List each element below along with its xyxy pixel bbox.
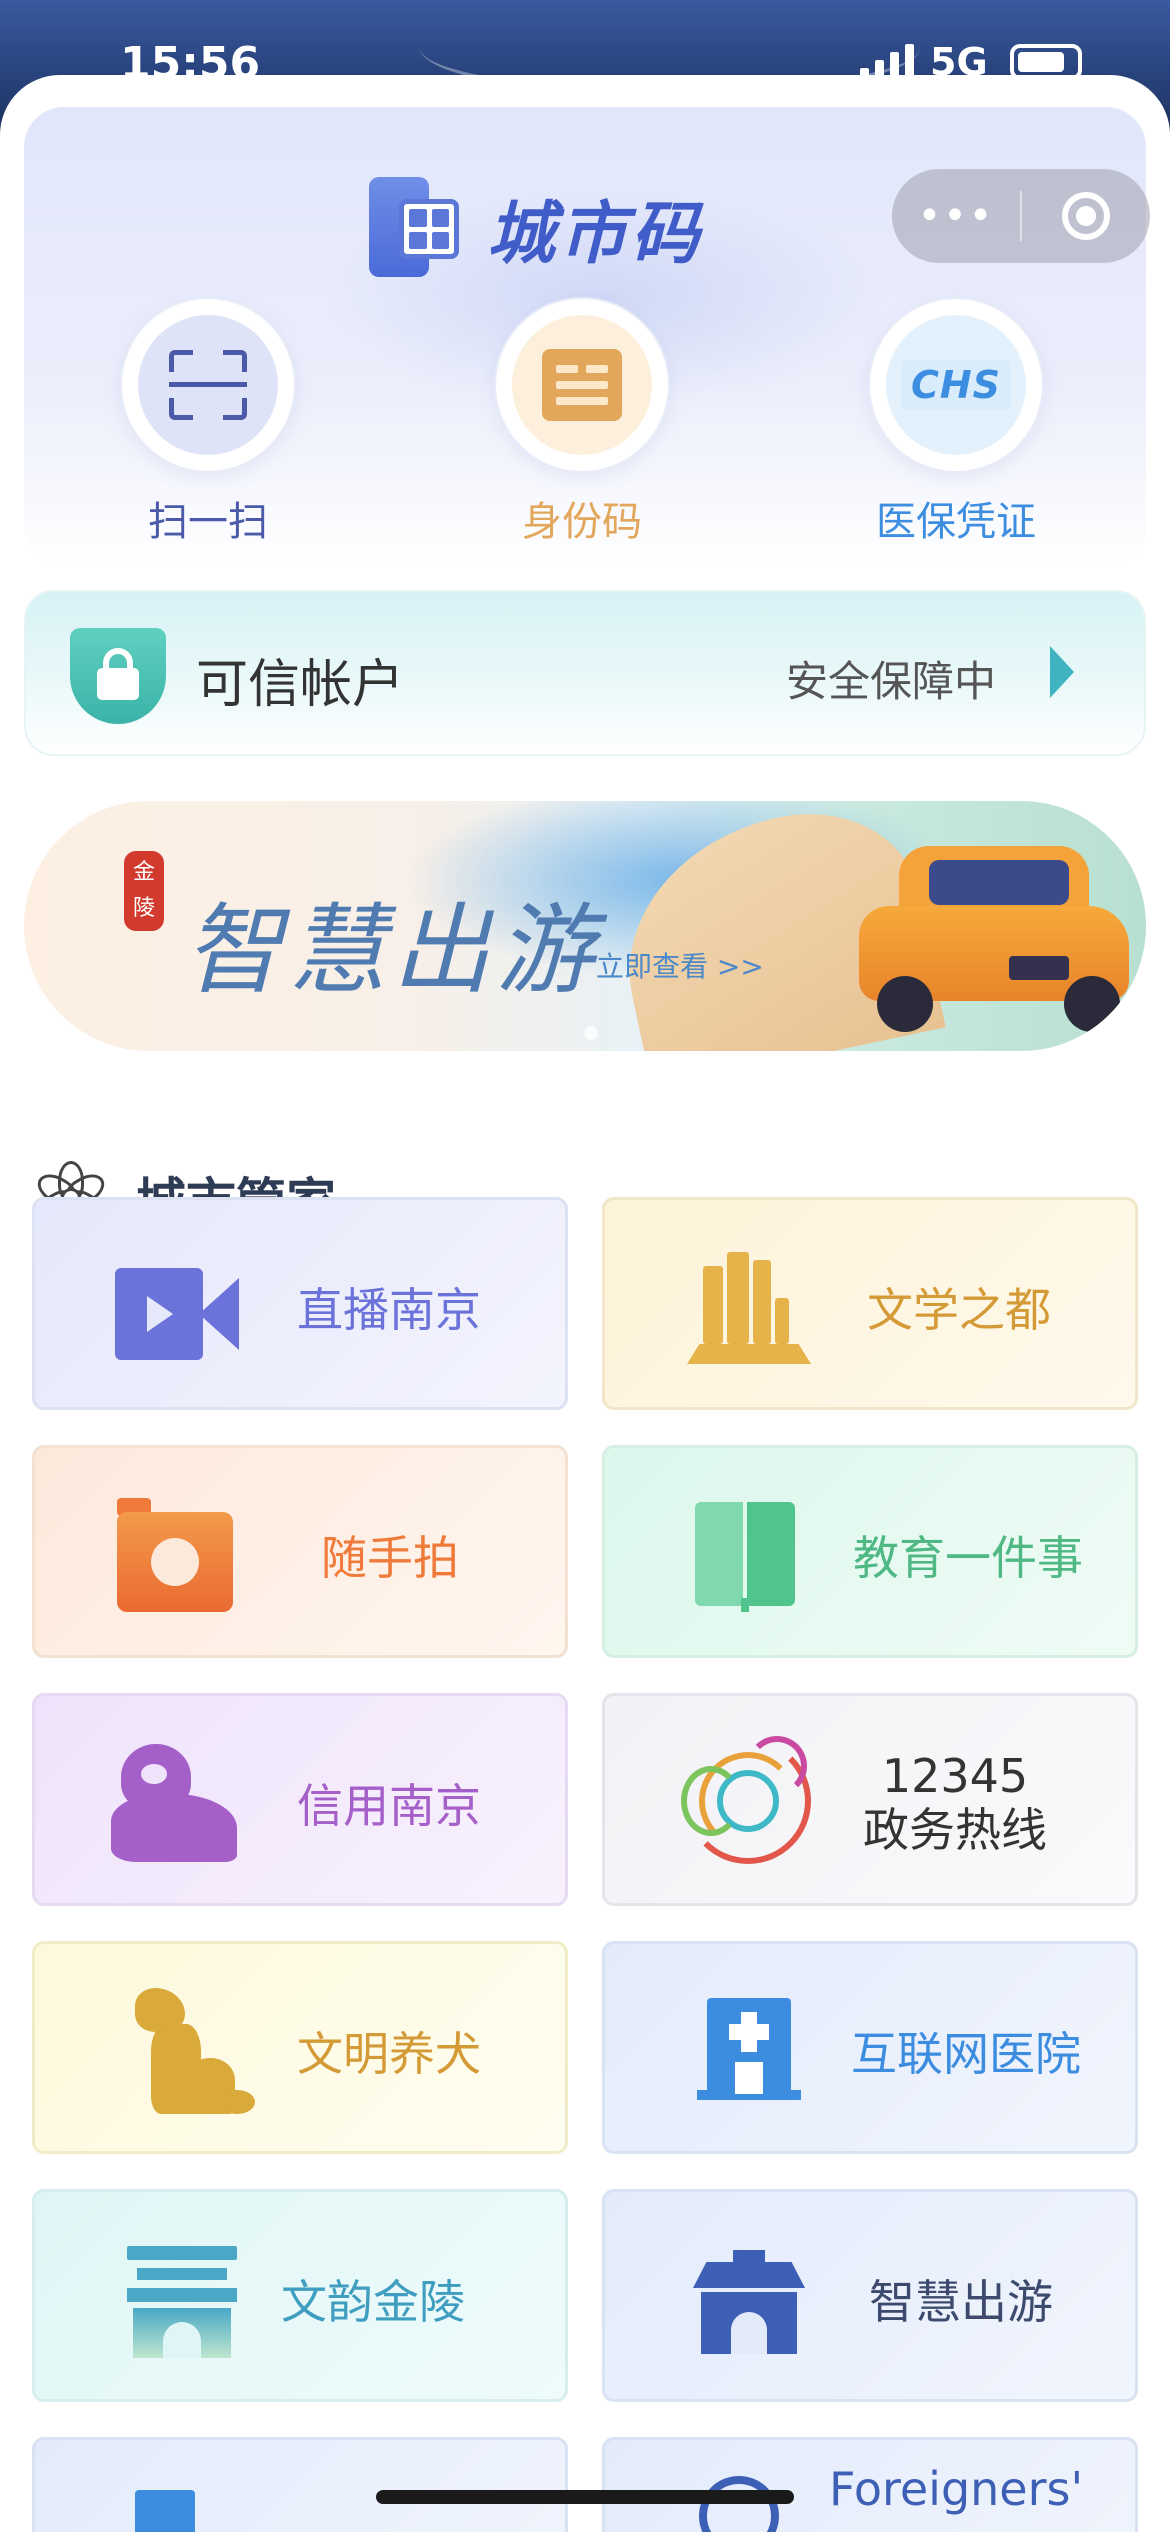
tile-label: 文学之都: [867, 1282, 1051, 1337]
tile-label: Foreigners': [829, 2461, 1084, 2516]
chs-inner: CHS: [886, 315, 1026, 455]
chevron-right-icon: [1050, 646, 1074, 698]
camera-icon: [117, 1498, 233, 1614]
lion-icon: [111, 1744, 241, 1864]
book-icon: [695, 1502, 795, 1612]
shield-lock-icon: [70, 628, 166, 724]
hotline-icon: [681, 1736, 815, 1870]
phone-icon: [369, 177, 459, 277]
tile-literature-capital[interactable]: 文学之都: [602, 1197, 1138, 1410]
tile-education[interactable]: 教育一件事: [602, 1445, 1138, 1658]
quick-action-scan[interactable]: 扫一扫: [108, 297, 308, 547]
id-circle: [494, 297, 670, 473]
tile-label: 随手拍: [321, 1530, 459, 1585]
header-card: 城市码 ••• 扫一扫 身份码 CHS 医保凭证: [24, 107, 1150, 567]
globe-icon: [699, 2476, 779, 2532]
chs-circle: CHS: [868, 297, 1044, 473]
mini-program-capsule: •••: [892, 169, 1150, 263]
smart-travel-banner[interactable]: 金陵 智慧出游 立即查看 >>: [24, 801, 1146, 1051]
tile-label: 文明养犬: [297, 2026, 481, 2081]
id-code-label: 身份码: [522, 499, 642, 545]
car-illustration: [859, 846, 1129, 1032]
books-icon: [687, 1248, 811, 1366]
hotline-number: 12345: [881, 1748, 1029, 1803]
carousel-dots: [584, 1026, 598, 1040]
video-camera-icon: [115, 1268, 239, 1360]
gate-icon: [127, 2246, 237, 2358]
quick-action-id-code[interactable]: 身份码: [482, 297, 682, 547]
tile-internet-hospital[interactable]: 互联网医院: [602, 1941, 1138, 2154]
quick-action-medical-insurance[interactable]: CHS 医保凭证: [856, 297, 1056, 547]
tile-label: 文韵金陵: [281, 2274, 465, 2329]
hospital-icon: [697, 1998, 801, 2102]
app-title: 城市码: [487, 194, 704, 274]
more-dots-icon[interactable]: •••: [892, 169, 1020, 263]
close-target-icon[interactable]: [1022, 192, 1150, 240]
tile-12345-hotline[interactable]: 12345 政务热线: [602, 1693, 1138, 1906]
home-indicator[interactable]: [376, 2490, 794, 2504]
tile-label: 智慧出游: [869, 2274, 1053, 2329]
square-icon: [135, 2490, 195, 2532]
tile-label: 信用南京: [297, 1778, 481, 1833]
tile-snapshot[interactable]: 随手拍: [32, 1445, 568, 1658]
dog-icon: [135, 1988, 255, 2118]
tile-live-nanjing[interactable]: 直播南京: [32, 1197, 568, 1410]
security-status: 安全保障中: [786, 657, 997, 706]
city-gate-icon: [693, 2250, 805, 2356]
trusted-account-title: 可信帐户: [196, 655, 405, 715]
hotline-title: 政务热线: [863, 1802, 1047, 1857]
app-logo: 城市码: [369, 177, 703, 277]
main-sheet: 城市码 ••• 扫一扫 身份码 CHS 医保凭证 可信帐户 安全保障中 金陵 智…: [0, 75, 1170, 2532]
tile-civilized-dog[interactable]: 文明养犬: [32, 1941, 568, 2154]
tile-label: 互联网医院: [851, 2026, 1081, 2081]
tile-label: 12345 政务热线: [863, 1696, 1047, 1909]
jinling-seal: 金陵: [124, 851, 164, 931]
qr-code-icon: [399, 199, 459, 259]
tile-wenyun-jinling[interactable]: 文韵金陵: [32, 2189, 568, 2402]
tile-partial-left[interactable]: [32, 2437, 568, 2532]
chs-icon: CHS: [901, 360, 1011, 410]
tile-smart-travel[interactable]: 智慧出游: [602, 2189, 1138, 2402]
medical-insurance-label: 医保凭证: [876, 499, 1036, 545]
id-card-icon: [542, 349, 622, 421]
tile-label: 直播南京: [297, 1282, 481, 1337]
tile-credit-nanjing[interactable]: 信用南京: [32, 1693, 568, 1906]
tile-label: 教育一件事: [853, 1530, 1083, 1585]
scan-inner: [138, 315, 278, 455]
trusted-account-bar[interactable]: 可信帐户 安全保障中: [24, 590, 1146, 756]
scan-label: 扫一扫: [148, 499, 268, 545]
scan-icon: [169, 350, 247, 420]
banner-cta-link[interactable]: 立即查看 >>: [596, 945, 764, 985]
scan-circle: [120, 297, 296, 473]
id-inner: [512, 315, 652, 455]
tile-foreigners[interactable]: Foreigners': [602, 2437, 1138, 2532]
banner-title: 智慧出游: [184, 894, 601, 1008]
